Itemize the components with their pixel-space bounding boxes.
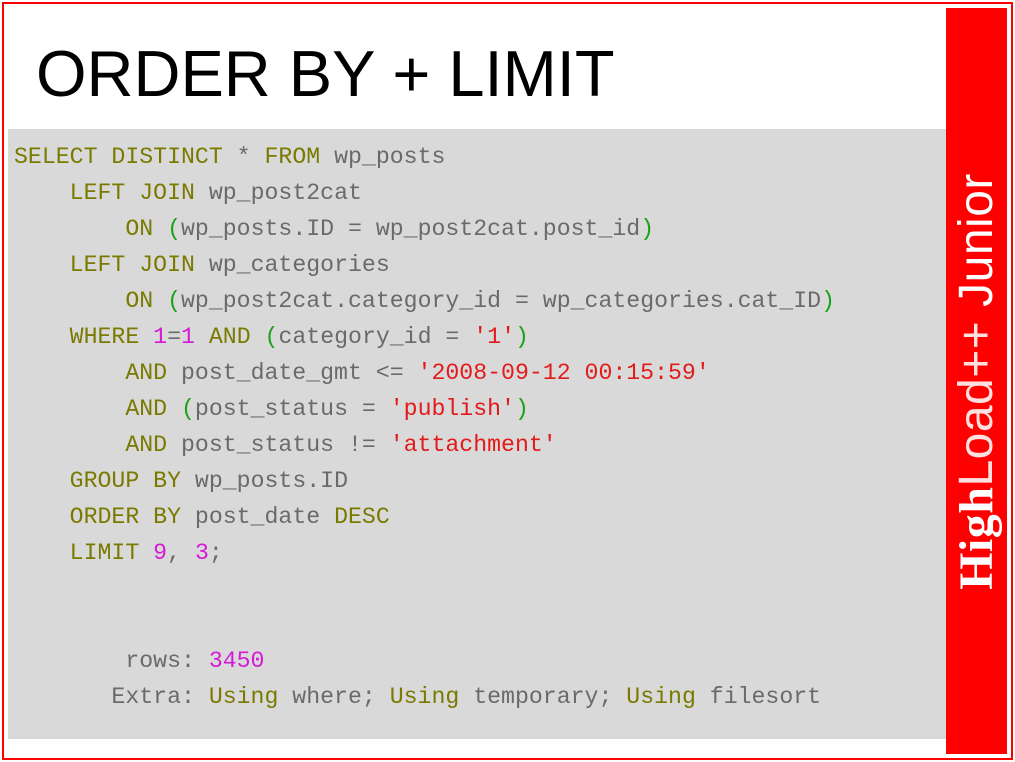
code-line-8: AND (post_status = 'publish') [14,396,529,422]
star: * [223,144,265,170]
kw-on: ON [125,288,153,314]
brand-light2: Junior [950,173,1003,321]
cond: post_status = [195,396,390,422]
paren-open: ( [167,216,181,242]
extra-text: temporary; [459,684,626,710]
cond: post_date_gmt <= [167,360,417,386]
string-literal: '2008-09-12 00:15:59' [418,360,710,386]
slide-frame: ORDER BY + LIMIT SELECT DISTINCT * FROM … [2,2,1013,760]
col: wp_posts.ID [181,468,348,494]
paren-close: ) [515,324,529,350]
table-name: wp_categories [195,252,390,278]
code-line-3: ON (wp_posts.ID = wp_post2cat.post_id) [14,216,654,242]
code-line-11: ORDER BY post_date DESC [14,504,390,530]
kw-where: WHERE [70,324,140,350]
semicolon: ; [209,540,223,566]
num: 1 [181,324,195,350]
rows-value: 3450 [209,648,265,674]
brand-light1: Load++ [950,320,1003,486]
kw-and: AND [209,324,251,350]
kw-order: ORDER [70,504,140,530]
num: 1 [153,324,167,350]
code-line-7: AND post_date_gmt <= '2008-09-12 00:15:5… [14,360,710,386]
string-literal: 'publish' [390,396,515,422]
kw-join: JOIN [139,180,195,206]
code-line-2: LEFT JOIN wp_post2cat [14,180,362,206]
string-literal: '1' [473,324,515,350]
kw-and: AND [125,396,167,422]
table-name: wp_post2cat [195,180,362,206]
kw-and: AND [125,432,167,458]
kw-left: LEFT [70,252,126,278]
extra-text: where; [278,684,389,710]
string-literal: 'attachment' [390,432,557,458]
cond: post_status != [167,432,390,458]
kw-using: Using [390,684,460,710]
paren-open: ( [265,324,279,350]
paren-open: ( [167,288,181,314]
kw-limit: LIMIT [70,540,140,566]
rows-label: rows: [111,648,208,674]
slide-title: ORDER BY + LIMIT [8,8,954,129]
code-line-5: ON (wp_post2cat.category_id = wp_categor… [14,288,835,314]
sidebar-brand-text: HighLoad++ Junior [949,173,1004,590]
kw-on: ON [125,216,153,242]
kw-using: Using [209,684,279,710]
join-cond: wp_posts.ID = wp_post2cat.post_id [181,216,640,242]
col: post_date [181,504,334,530]
extra-text: filesort [696,684,821,710]
kw-desc: DESC [334,504,390,530]
code-line-1: SELECT DISTINCT * FROM wp_posts [14,144,445,170]
eq: = [167,324,181,350]
kw-join: JOIN [139,252,195,278]
paren-open: ( [181,396,195,422]
kw-left: LEFT [70,180,126,206]
kw-by: BY [153,468,181,494]
kw-using: Using [626,684,696,710]
code-line-4: LEFT JOIN wp_categories [14,252,390,278]
paren-close: ) [640,216,654,242]
kw-group: GROUP [70,468,140,494]
code-line-15: rows: 3450 [14,648,264,674]
kw-select: SELECT [14,144,98,170]
sidebar-brand: HighLoad++ Junior [946,8,1007,754]
kw-distinct: DISTINCT [111,144,222,170]
paren-close: ) [515,396,529,422]
code-line-10: GROUP BY wp_posts.ID [14,468,348,494]
kw-by: BY [153,504,181,530]
code-line-16: Extra: Using where; Using temporary; Usi… [14,684,821,710]
num: 9 [153,540,167,566]
num: 3 [195,540,209,566]
join-cond: wp_post2cat.category_id = wp_categories.… [181,288,821,314]
slide-content: ORDER BY + LIMIT SELECT DISTINCT * FROM … [8,8,954,754]
code-line-9: AND post_status != 'attachment' [14,432,557,458]
comma: , [167,540,195,566]
extra-label: Extra: [111,684,208,710]
kw-from: FROM [265,144,321,170]
code-line-12: LIMIT 9, 3; [14,540,223,566]
code-line-6: WHERE 1=1 AND (category_id = '1') [14,324,529,350]
kw-and: AND [125,360,167,386]
cond: category_id = [278,324,473,350]
sql-code-block: SELECT DISTINCT * FROM wp_posts LEFT JOI… [8,129,954,739]
table-name: wp_posts [320,144,445,170]
brand-bold: High [950,486,1003,589]
paren-close: ) [821,288,835,314]
